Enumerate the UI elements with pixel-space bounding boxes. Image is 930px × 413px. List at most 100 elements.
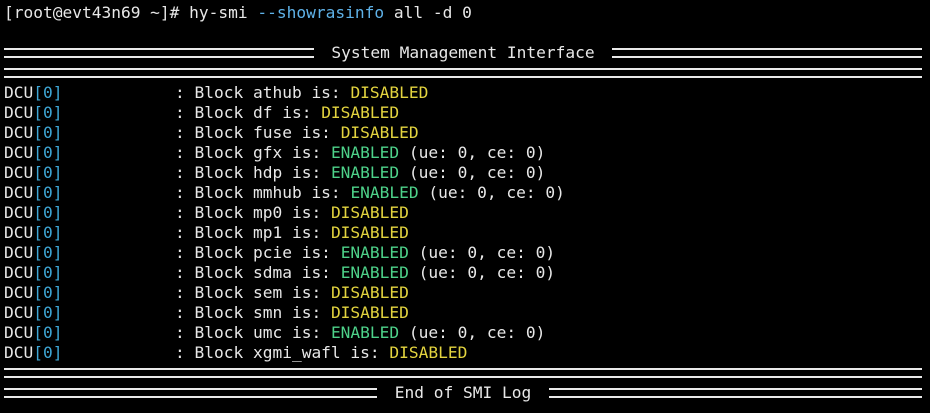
footer-rule-right	[548, 388, 922, 398]
dcu-label: DCU[0]	[4, 83, 175, 103]
dcu-label: DCU[0]	[4, 323, 175, 343]
dcu-name: DCU	[4, 283, 34, 302]
dcu-name: DCU	[4, 143, 34, 162]
dcu-index: [0]	[33, 343, 63, 362]
header-title: System Management Interface	[321, 43, 605, 62]
block-status: ENABLED	[340, 243, 409, 262]
block-status: DISABLED	[330, 283, 409, 302]
error-counts: (ue: 0, ce: 0)	[418, 183, 565, 202]
header-rule-right	[612, 48, 923, 58]
error-counts: (ue: 0, ce: 0)	[399, 143, 546, 162]
ras-block-row: DCU[0]: Block athub is: DISABLED	[4, 83, 930, 103]
dcu-index: [0]	[33, 223, 63, 242]
block-description: : Block mp1 is:	[175, 223, 331, 242]
dcu-name: DCU	[4, 83, 34, 102]
dcu-name: DCU	[4, 103, 34, 122]
dcu-name: DCU	[4, 323, 34, 342]
command-args: all -d 0	[384, 3, 472, 22]
footer-separator: End of SMI Log	[4, 383, 930, 403]
dcu-index: [0]	[33, 303, 63, 322]
dcu-index: [0]	[33, 83, 63, 102]
block-status: ENABLED	[340, 263, 409, 282]
dcu-name: DCU	[4, 183, 34, 202]
dcu-index: [0]	[33, 243, 63, 262]
dcu-label: DCU[0]	[4, 163, 175, 183]
header-rule-left	[4, 48, 314, 58]
block-description: : Block mmhub is:	[175, 183, 351, 202]
ras-info-list: DCU[0]: Block athub is: DISABLED DCU[0]: …	[4, 83, 930, 363]
ras-block-row: DCU[0]: Block fuse is: DISABLED	[4, 123, 930, 143]
dcu-label: DCU[0]	[4, 343, 175, 363]
dcu-name: DCU	[4, 303, 34, 322]
dcu-index: [0]	[33, 163, 63, 182]
dcu-index: [0]	[33, 183, 63, 202]
block-status: DISABLED	[321, 103, 400, 122]
dcu-label: DCU[0]	[4, 223, 175, 243]
ras-block-row: DCU[0]: Block smn is: DISABLED	[4, 303, 930, 323]
dcu-index: [0]	[33, 143, 63, 162]
dcu-index: [0]	[33, 103, 63, 122]
block-status: DISABLED	[389, 343, 468, 362]
block-description: : Block sem is:	[175, 283, 331, 302]
dcu-label: DCU[0]	[4, 143, 175, 163]
footer-divider	[4, 363, 930, 383]
block-status: DISABLED	[330, 303, 409, 322]
ras-block-row: DCU[0] : Block sdma is: ENABLED (ue: 0, c…	[4, 263, 930, 283]
command-name: hy-smi	[189, 3, 258, 22]
ras-block-row: DCU[0]: Block mp0 is: DISABLED	[4, 203, 930, 223]
ras-block-row: DCU[0] : Block mmhub is: ENABLED (ue: 0, …	[4, 183, 930, 203]
dcu-label: DCU[0]	[4, 303, 175, 323]
block-status: ENABLED	[350, 183, 419, 202]
dcu-name: DCU	[4, 263, 34, 282]
shell-prompt: [root@evt43n69 ~]#	[4, 3, 190, 22]
dcu-label: DCU[0]	[4, 243, 175, 263]
dcu-index: [0]	[33, 283, 63, 302]
dcu-name: DCU	[4, 163, 34, 182]
block-status: DISABLED	[330, 203, 409, 222]
ras-block-row: DCU[0]: Block umc is: ENABLED (ue: 0, ce…	[4, 323, 930, 343]
error-counts: (ue: 0, ce: 0)	[399, 163, 546, 182]
dcu-index: [0]	[33, 123, 63, 142]
command-flag: --showrasinfo	[257, 3, 385, 22]
dcu-label: DCU[0]	[4, 203, 175, 223]
error-counts: (ue: 0, ce: 0)	[399, 323, 546, 342]
dcu-index: [0]	[33, 263, 63, 282]
ras-block-row: DCU[0]: Block xgmi_wafl is: DISABLED	[4, 343, 930, 363]
ras-block-row: DCU[0]: Block hdp is: ENABLED (ue: 0, ce…	[4, 163, 930, 183]
header-divider	[4, 63, 930, 83]
dcu-name: DCU	[4, 203, 34, 222]
block-description: : Block mp0 is:	[175, 203, 331, 222]
block-description: : Block xgmi_wafl is:	[175, 343, 390, 362]
dcu-index: [0]	[33, 203, 63, 222]
dcu-name: DCU	[4, 243, 34, 262]
block-description: : Block fuse is:	[175, 123, 341, 142]
block-status: DISABLED	[340, 123, 419, 142]
block-status: ENABLED	[330, 323, 400, 342]
dcu-label: DCU[0]	[4, 123, 175, 143]
ras-block-row: DCU[0]: Block gfx is: ENABLED (ue: 0, ce…	[4, 143, 930, 163]
dcu-label: DCU[0]	[4, 103, 175, 123]
dcu-label: DCU[0]	[4, 283, 175, 303]
error-counts: (ue: 0, ce: 0)	[408, 243, 556, 262]
block-description: : Block athub is:	[175, 83, 351, 102]
ras-block-row: DCU[0]: Block df is: DISABLED	[4, 103, 930, 123]
ras-block-row: DCU[0]: Block sem is: DISABLED	[4, 283, 930, 303]
block-description: : Block sdma is:	[175, 263, 341, 282]
error-counts: (ue: 0, ce: 0)	[408, 263, 556, 282]
block-description: : Block pcie is:	[175, 243, 341, 262]
block-status: DISABLED	[330, 223, 409, 242]
ras-block-row: DCU[0]: Block pcie is: ENABLED (ue: 0, c…	[4, 243, 930, 263]
dcu-name: DCU	[4, 123, 34, 142]
block-status: ENABLED	[330, 163, 400, 182]
dcu-name: DCU	[4, 343, 34, 362]
block-description: : Block gfx is:	[175, 143, 331, 162]
block-description: : Block umc is:	[175, 323, 331, 342]
terminal-window[interactable]: [root@evt43n69 ~]# hy-smi --showrasinfo …	[0, 0, 930, 413]
dcu-name: DCU	[4, 223, 34, 242]
block-description: : Block df is:	[175, 103, 322, 122]
command-prompt-line: [root@evt43n69 ~]# hy-smi --showrasinfo …	[4, 3, 930, 23]
footer-title: End of SMI Log	[385, 383, 541, 402]
block-description: : Block smn is:	[175, 303, 331, 322]
ras-block-row: DCU[0]: Block mp1 is: DISABLED	[4, 223, 930, 243]
block-description: : Block hdp is:	[175, 163, 331, 182]
